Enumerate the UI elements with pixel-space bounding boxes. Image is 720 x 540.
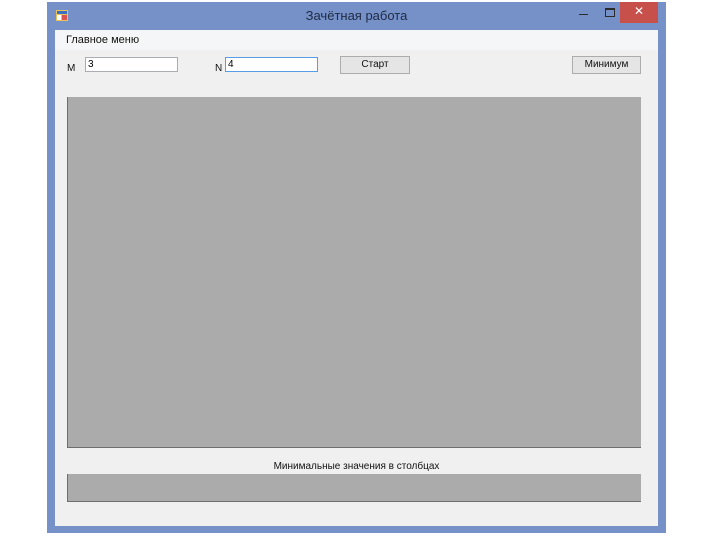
m-input[interactable]: 3	[85, 57, 178, 72]
n-input[interactable]: 4	[225, 57, 318, 72]
start-button[interactable]: Старт	[340, 56, 410, 74]
title-bar[interactable]: Зачётная работа	[47, 2, 666, 29]
results-caption: Минимальные значения в столбцах	[273, 461, 440, 472]
results-grid[interactable]	[67, 474, 641, 502]
menu-item-main[interactable]: Главное меню	[66, 34, 139, 46]
matrix-grid[interactable]	[67, 97, 641, 448]
menu-bar: Главное меню	[55, 30, 658, 50]
m-label: M	[67, 63, 76, 74]
close-icon[interactable]	[620, 2, 658, 23]
form-client-area: Главное меню M 3 N 4 Старт Минимум Миним…	[55, 30, 658, 526]
n-label: N	[215, 63, 223, 74]
minimize-icon[interactable]	[571, 2, 597, 23]
main-window: Зачётная работа Главное меню M 3 N 4 Ста…	[47, 2, 666, 533]
minimum-button[interactable]: Минимум	[572, 56, 641, 74]
